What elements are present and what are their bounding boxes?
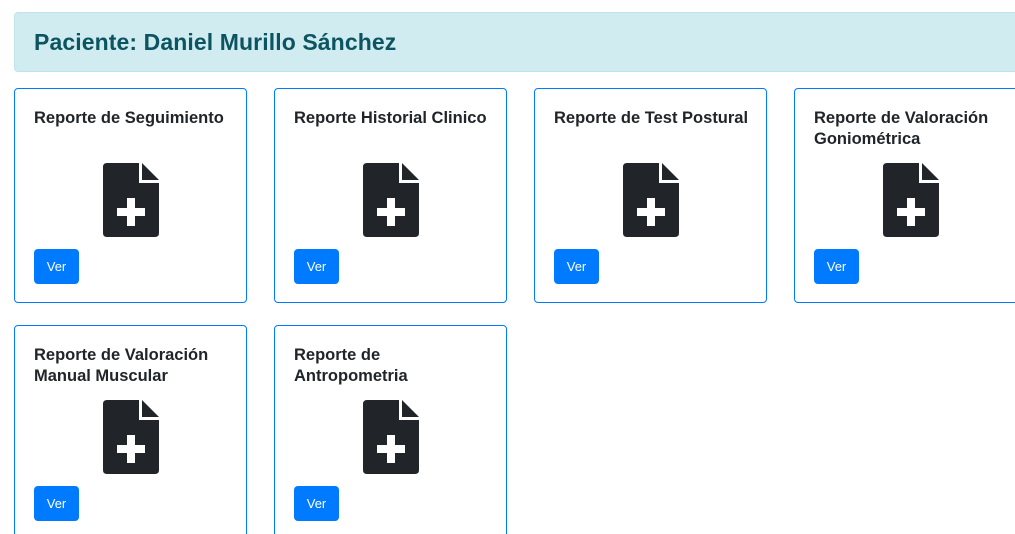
ver-button[interactable]: Ver <box>294 486 339 521</box>
card-title: Reporte de Seguimiento <box>34 109 224 127</box>
file-medical-icon <box>883 163 939 237</box>
report-card-historial-clinico: Reporte Historial Clinico Ver <box>274 88 507 303</box>
card-title: Reporte de Test Postural <box>554 109 749 127</box>
card-title: Reporte de Valoración Manual Muscular <box>34 346 209 385</box>
page: Paciente: Daniel Murillo Sánchez Reporte… <box>0 0 1015 534</box>
report-card-test-postural: Reporte de Test Postural Ver <box>534 88 767 303</box>
patient-banner: Paciente: Daniel Murillo Sánchez <box>14 12 1015 72</box>
card-title: Reporte de Valoración Goniométrica <box>814 109 989 148</box>
ver-button[interactable]: Ver <box>34 486 79 521</box>
report-card-valoracion-manual-muscular: Reporte de Valoración Manual Muscular Ve… <box>14 325 247 534</box>
card-title: Reporte de Antropometria <box>294 346 408 385</box>
file-medical-icon <box>623 163 679 237</box>
file-medical-icon <box>363 163 419 237</box>
file-medical-icon <box>363 400 419 474</box>
ver-button[interactable]: Ver <box>34 249 79 284</box>
ver-button[interactable]: Ver <box>294 249 339 284</box>
ver-button[interactable]: Ver <box>814 249 859 284</box>
report-card-antropometria: Reporte de Antropometria Ver <box>274 325 507 534</box>
card-title: Reporte Historial Clinico <box>294 109 487 127</box>
ver-button[interactable]: Ver <box>554 249 599 284</box>
file-medical-icon <box>103 163 159 237</box>
patient-title: Paciente: Daniel Murillo Sánchez <box>34 28 397 55</box>
report-card-valoracion-goniometrica: Reporte de Valoración Goniométrica Ver <box>794 88 1015 303</box>
report-card-seguimiento: Reporte de Seguimiento Ver <box>14 88 247 303</box>
file-medical-icon <box>103 400 159 474</box>
